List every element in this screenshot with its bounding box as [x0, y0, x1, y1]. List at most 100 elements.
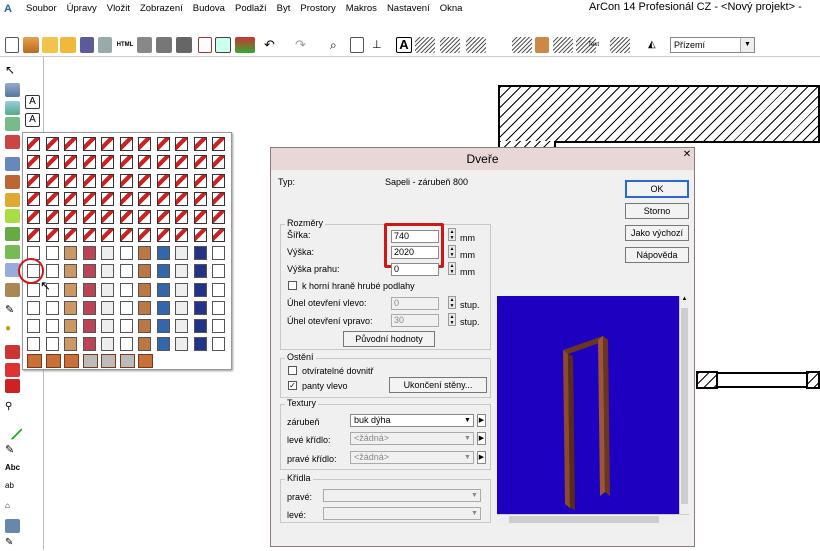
cancel-button[interactable]: Storno: [625, 203, 689, 219]
pen-icon[interactable]: ✎: [5, 303, 20, 317]
palette-item[interactable]: [193, 192, 207, 206]
slab-icon[interactable]: [5, 117, 20, 131]
palette-item[interactable]: [82, 283, 96, 297]
new-file-icon[interactable]: [5, 37, 19, 53]
palette-item[interactable]: [101, 319, 114, 333]
right-leaf-arrow[interactable]: ▶: [477, 451, 486, 464]
palette-item[interactable]: [45, 319, 59, 333]
hatch-icon-7[interactable]: [610, 37, 630, 53]
palette-item[interactable]: [27, 155, 40, 169]
palette-item[interactable]: [193, 228, 207, 242]
palette-item[interactable]: [45, 246, 59, 260]
palette-item[interactable]: [64, 174, 77, 188]
palette-item[interactable]: [82, 174, 96, 188]
palette-item[interactable]: [45, 337, 59, 351]
palette-item[interactable]: [101, 301, 114, 315]
symbol-icon[interactable]: ⌂: [5, 501, 20, 515]
palette-item[interactable]: [193, 210, 207, 224]
pointer-icon[interactable]: ↖: [5, 63, 20, 77]
menu-item[interactable]: Makros: [342, 3, 383, 14]
palette-item[interactable]: [64, 264, 77, 278]
window-icon[interactable]: [215, 37, 231, 53]
palette-item[interactable]: [138, 210, 151, 224]
palette-item[interactable]: [82, 210, 96, 224]
text-b-icon[interactable]: A: [25, 113, 40, 127]
palette-item[interactable]: [212, 155, 225, 169]
palette-item[interactable]: [156, 319, 170, 333]
angle-left-input[interactable]: 0: [391, 297, 439, 310]
palette-item[interactable]: [156, 283, 170, 297]
menu-item[interactable]: Nastavení: [383, 3, 436, 14]
palette-item[interactable]: [82, 192, 96, 206]
palette-item[interactable]: [156, 137, 170, 151]
zoom-icon[interactable]: ⌕: [330, 37, 344, 53]
palette-item[interactable]: [212, 301, 225, 315]
palette-item[interactable]: [138, 192, 151, 206]
palette-item[interactable]: [175, 264, 188, 278]
redo-icon[interactable]: ↷: [295, 37, 313, 53]
palette-item[interactable]: [119, 210, 133, 224]
open-icon[interactable]: [42, 37, 58, 53]
palette-item[interactable]: [82, 246, 96, 260]
palette-item[interactable]: [193, 319, 207, 333]
palette-item[interactable]: [119, 228, 133, 242]
triangle-icon[interactable]: ◭: [648, 37, 666, 53]
palette-item[interactable]: [212, 337, 225, 351]
help-button[interactable]: Nápověda: [625, 247, 689, 263]
palette-item[interactable]: [45, 210, 59, 224]
palette-item[interactable]: [175, 319, 188, 333]
palette-item[interactable]: [193, 174, 207, 188]
palette-item[interactable]: [119, 337, 133, 351]
palette-item[interactable]: [175, 137, 188, 151]
open-folder-icon[interactable]: [60, 37, 76, 53]
network-icon[interactable]: ⚲: [5, 401, 20, 415]
palette-item[interactable]: [119, 264, 133, 278]
palette-item[interactable]: [101, 228, 114, 242]
palette-item[interactable]: [82, 228, 96, 242]
palette-item[interactable]: [82, 337, 96, 351]
palette-item[interactable]: [45, 137, 59, 151]
wall-icon[interactable]: [5, 83, 20, 97]
hatch-icon-1[interactable]: [415, 37, 435, 53]
menu-item[interactable]: Podlaží: [231, 3, 273, 14]
undo-icon[interactable]: ↶: [264, 37, 282, 53]
palette-item[interactable]: [27, 301, 40, 315]
palette-item[interactable]: [138, 246, 151, 260]
palette-item[interactable]: [101, 354, 116, 368]
palette-item[interactable]: [156, 155, 170, 169]
threshold-spinner[interactable]: ▲ ▼: [448, 262, 456, 275]
home-icon[interactable]: [23, 37, 39, 53]
ok-button[interactable]: OK: [625, 180, 689, 198]
menu-item[interactable]: Úpravy: [63, 3, 103, 14]
lettering-icon[interactable]: ab: [5, 481, 20, 495]
palette-item[interactable]: [119, 174, 133, 188]
palette-item[interactable]: [175, 246, 188, 260]
scroll-thumb[interactable]: [681, 308, 688, 504]
section-icon[interactable]: [5, 363, 20, 377]
palette-item[interactable]: [175, 174, 188, 188]
edit-icon[interactable]: ✎: [5, 443, 20, 457]
palette-item[interactable]: [27, 337, 40, 351]
palette-item[interactable]: [138, 319, 151, 333]
palette-item[interactable]: [212, 210, 225, 224]
menu-item[interactable]: Prostory: [296, 3, 341, 14]
palette-item[interactable]: [156, 264, 170, 278]
text-label-icon[interactable]: Text: [588, 37, 606, 53]
palette-item[interactable]: [138, 337, 151, 351]
palette-item[interactable]: [193, 301, 207, 315]
dormer-icon[interactable]: [5, 245, 20, 259]
palette-item[interactable]: [101, 137, 114, 151]
palette-item[interactable]: [175, 283, 188, 297]
menu-item[interactable]: Okna: [436, 3, 469, 14]
palette-item[interactable]: [64, 192, 77, 206]
grid-icon[interactable]: [198, 37, 212, 53]
save-icon[interactable]: [80, 37, 94, 53]
palette-item[interactable]: [175, 192, 188, 206]
palette-item[interactable]: [138, 354, 153, 368]
house-3d-icon[interactable]: [235, 37, 255, 53]
palette-item[interactable]: [45, 354, 61, 368]
palette-item[interactable]: [156, 210, 170, 224]
preview-hscrollbar[interactable]: [497, 514, 689, 524]
palette-item[interactable]: [27, 319, 40, 333]
palette-item[interactable]: [156, 246, 170, 260]
